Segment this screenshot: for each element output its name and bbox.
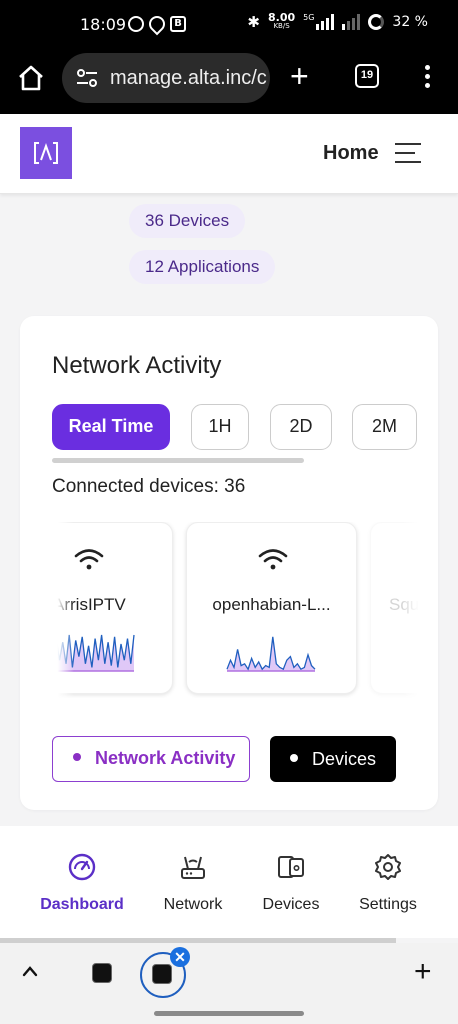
tab-thumbnail[interactable] <box>92 963 112 983</box>
network-activity-button-label: Network Activity <box>95 748 236 768</box>
gauge-icon <box>68 853 96 881</box>
net-speed: 8.00 KB/S <box>267 11 296 31</box>
timeframe-2d-button[interactable]: 2D <box>270 404 332 450</box>
more-menu-icon[interactable] <box>425 65 431 92</box>
home-icon[interactable] <box>16 63 46 93</box>
battery-level: 32 % <box>392 14 428 30</box>
account-icon <box>128 16 144 32</box>
connected-devices-label: Connected devices: 36 <box>52 476 246 497</box>
location-icon <box>145 12 169 36</box>
browser-toolbar: manage.alta.inc/c + 19 <box>0 50 458 114</box>
network-activity-card: Network Activity Real Time 1H 2D 2M Conn… <box>20 316 438 810</box>
bottom-navigation: Dashboard Network Devices Settings <box>0 826 458 938</box>
status-time: 18:09 <box>80 15 127 34</box>
wifi-icon <box>74 549 104 570</box>
b-app-icon: B <box>170 16 186 32</box>
hamburger-menu-icon[interactable] <box>395 143 421 170</box>
battery-icon <box>368 14 385 30</box>
nav-network[interactable]: Network <box>157 852 229 914</box>
nav-network-label: Network <box>163 896 223 913</box>
card-title: Network Activity <box>52 352 222 379</box>
add-tab-icon[interactable]: + <box>414 957 432 987</box>
nav-home-link[interactable]: Home <box>323 142 379 165</box>
device-activity-chart <box>226 636 316 672</box>
close-tab-icon[interactable]: ✕ <box>170 947 190 967</box>
tab-favicon <box>152 964 172 984</box>
new-tab-icon[interactable]: + <box>290 60 309 92</box>
dot-icon <box>73 753 81 762</box>
wifi-icon <box>258 549 288 570</box>
devices-count-pill[interactable]: 36 Devices <box>129 204 246 238</box>
devices-icon <box>278 856 304 878</box>
devices-button[interactable]: Devices <box>270 736 396 782</box>
nav-devices[interactable]: Devices <box>257 852 325 914</box>
timeframe-scrollbar[interactable] <box>52 458 304 463</box>
timeframe-2m-button[interactable]: 2M <box>352 404 417 450</box>
network-activity-button[interactable]: Network Activity <box>52 736 250 782</box>
device-carousel[interactable]: ArrisIPTV openhabian-L... Squ <box>52 522 424 698</box>
nav-devices-label: Devices <box>262 896 320 913</box>
device-name: openhabian-L... <box>212 595 331 614</box>
tab-switcher-button[interactable]: 19 <box>355 64 379 88</box>
site-header: Home <box>0 114 458 194</box>
applications-count-pill[interactable]: 12 Applications <box>129 250 276 284</box>
nav-settings-label: Settings <box>359 896 417 913</box>
alta-logo-icon <box>34 142 58 164</box>
bluetooth-icon: ✱ <box>247 13 260 31</box>
router-icon <box>181 856 205 879</box>
dot-icon <box>290 754 298 763</box>
network-type: 5G <box>303 13 315 22</box>
status-notification-icons: B <box>128 12 186 36</box>
nav-settings[interactable]: Settings <box>352 852 424 914</box>
nav-dashboard-label: Dashboard <box>40 896 124 913</box>
device-card[interactable]: openhabian-L... <box>186 522 357 694</box>
nav-dashboard[interactable]: Dashboard <box>40 852 124 914</box>
site-settings-icon[interactable] <box>76 68 98 88</box>
browser-tab-strip: ✕ + <box>0 943 458 1024</box>
net-speed-value: 8.00 <box>267 11 296 24</box>
signal-2-icon <box>342 14 361 30</box>
timeframe-1h-button[interactable]: 1H <box>191 404 249 450</box>
chevron-up-icon[interactable] <box>20 961 40 981</box>
carousel-fade-left <box>52 522 74 698</box>
status-bar: 18:09 B ✱ 8.00 KB/S 5G 32 % <box>0 0 458 50</box>
signal-icon <box>316 14 335 30</box>
url-text: manage.alta.inc/c <box>110 66 267 89</box>
alta-logo[interactable] <box>20 127 72 179</box>
timeframe-realtime-button[interactable]: Real Time <box>52 404 170 450</box>
gesture-bar <box>154 1011 304 1016</box>
devices-button-label: Devices <box>312 749 377 769</box>
address-bar[interactable]: manage.alta.inc/c <box>62 53 270 103</box>
carousel-fade-right <box>402 522 424 698</box>
gear-icon <box>375 854 401 880</box>
